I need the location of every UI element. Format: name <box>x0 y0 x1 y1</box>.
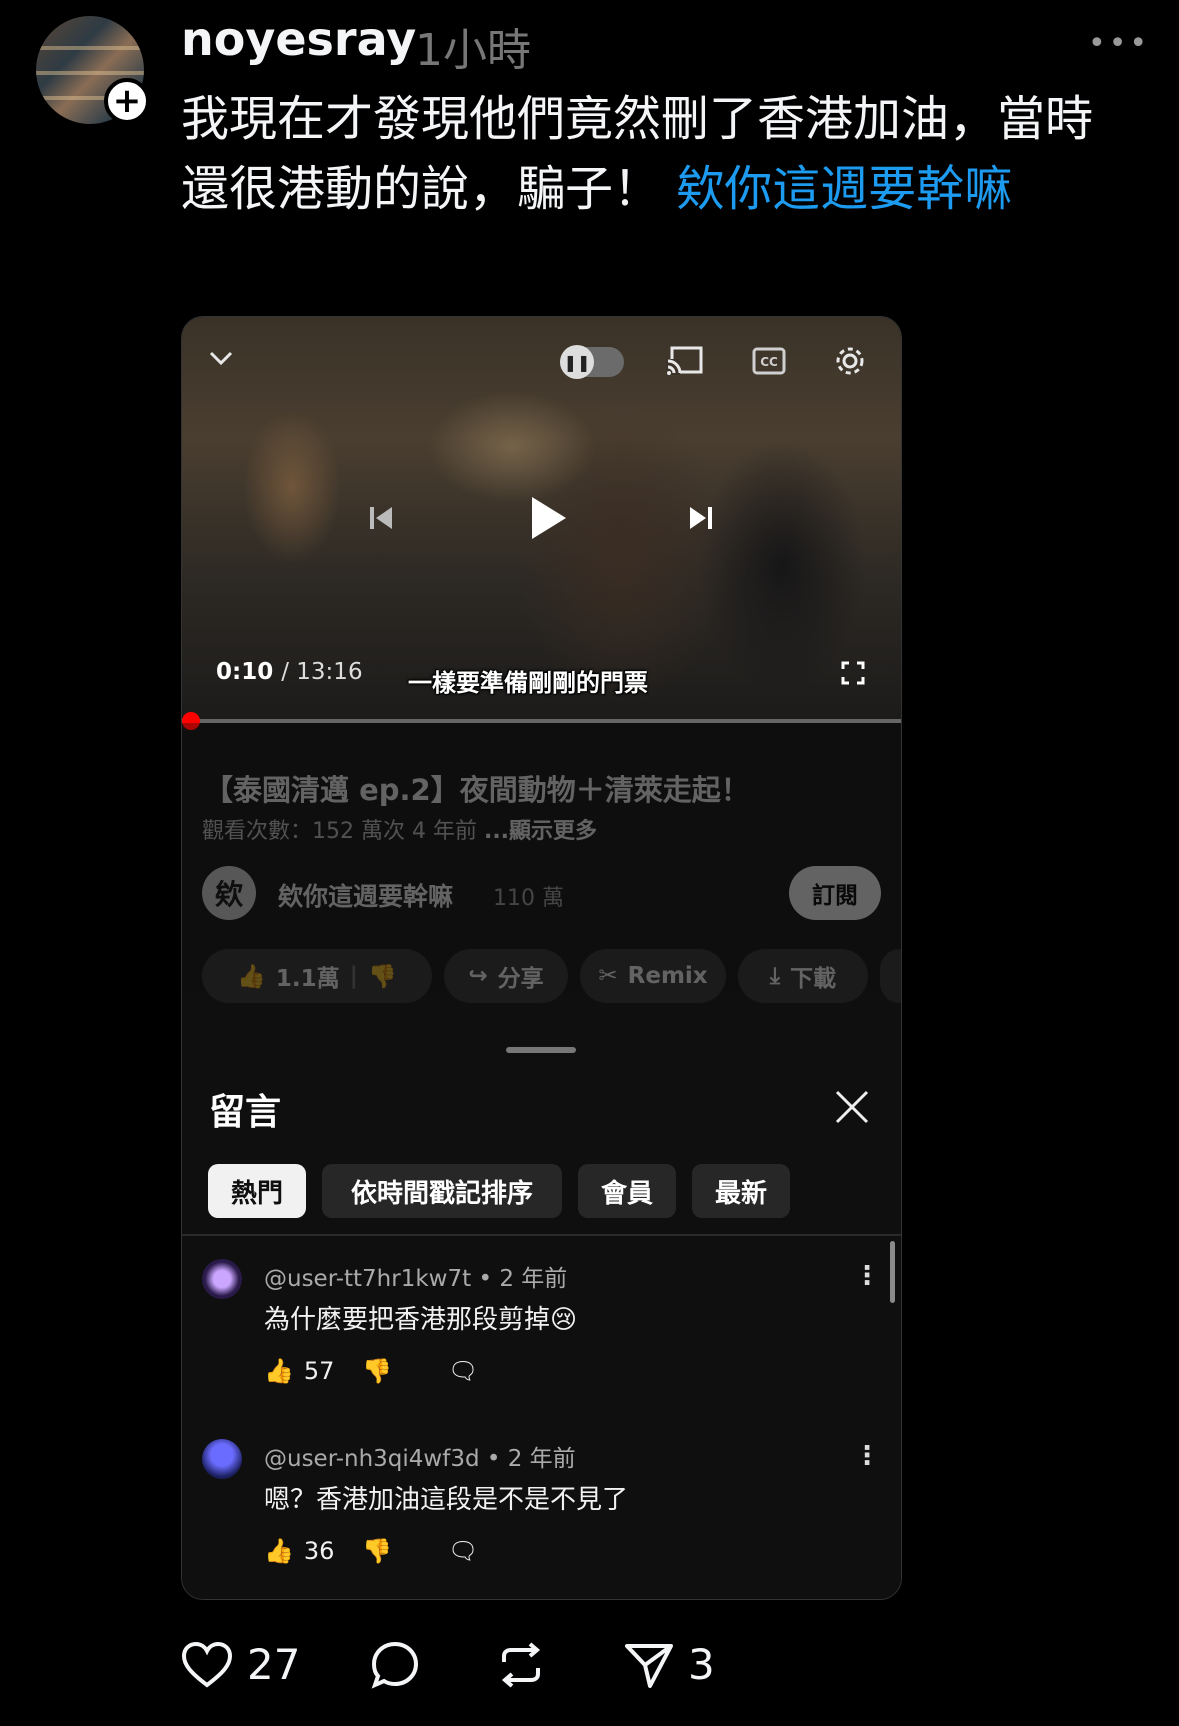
comment-like-count: 57 <box>303 1357 335 1385</box>
author-username[interactable]: noyesray <box>181 12 416 66</box>
comment-time: • 2 年前 <box>478 1266 568 1292</box>
comment-bubble-icon <box>371 1641 419 1689</box>
comment-button[interactable] <box>370 1640 420 1690</box>
comment-like-count: 36 <box>303 1537 335 1565</box>
commenter-avatar[interactable] <box>202 1439 242 1479</box>
drag-handle[interactable] <box>506 1047 576 1053</box>
thumbs-up-icon: 👍 <box>264 1537 294 1565</box>
post-text: 我現在才發現他們竟然刪了香港加油，當時還很港動的說，騙子！ 欸你這週要幹嘛 <box>181 84 1131 224</box>
comments-title: 留言 <box>209 1092 282 1133</box>
captions-icon[interactable]: CC <box>752 347 786 375</box>
comment-reply-button[interactable]: 🗨 <box>448 1357 478 1385</box>
next-icon[interactable] <box>688 505 714 531</box>
thumbs-up-icon: 👍 <box>264 1357 294 1385</box>
like-dislike-pill[interactable]: 👍 1.1萬 | 👎 <box>202 949 432 1003</box>
more-actions-pill[interactable] <box>880 949 901 1003</box>
remix-button[interactable]: ✂ Remix <box>580 949 726 1003</box>
comment-meta: @user-nh3qi4wf3d • 2 年前 <box>264 1439 576 1473</box>
chevron-down-icon[interactable] <box>208 349 234 369</box>
video-info-dimmed: 【泰國清邁 ep.2】夜間動物＋清萊走起！ 觀看次數：152 萬次 4 年前 .… <box>182 723 901 1003</box>
share-icon: ↪ <box>468 963 488 989</box>
fullscreen-icon[interactable] <box>841 661 865 685</box>
download-icon: ⤓ <box>769 963 781 989</box>
current-time: 0:10 <box>216 659 274 685</box>
channel-name[interactable]: 欸你這週要幹嘛 <box>278 877 453 913</box>
autoplay-toggle[interactable]: ❚❚ <box>560 345 624 379</box>
comment-text: 嗯？香港加油這段是不是不見了 <box>264 1485 629 1515</box>
follow-plus-icon[interactable]: + <box>104 78 150 124</box>
pause-icon: ❚❚ <box>560 345 594 379</box>
repost-button[interactable] <box>496 1640 560 1690</box>
chip-newest[interactable]: 最新 <box>692 1164 790 1218</box>
video-timecode: 0:10 / 13:16 <box>216 659 363 685</box>
comment-time: • 2 年前 <box>486 1446 576 1472</box>
share-button[interactable]: ↪ 分享 <box>444 949 568 1003</box>
pill-divider: | <box>349 963 359 989</box>
like-button[interactable]: 27 <box>181 1640 300 1689</box>
chip-members[interactable]: 會員 <box>578 1164 676 1218</box>
download-button[interactable]: ⤓ 下載 <box>738 949 868 1003</box>
heart-icon <box>181 1641 233 1688</box>
channel-avatar[interactable]: 欸 <box>202 866 256 920</box>
thumbs-up-icon[interactable]: 👍 <box>237 963 266 990</box>
video-player[interactable]: ❚❚ CC 0:10 / 13:16 一樣要準備剛剛的門票 <box>182 317 901 721</box>
comment-meta: @user-tt7hr1kw7t • 2 年前 <box>264 1259 567 1293</box>
repost-icon <box>501 1642 541 1688</box>
comment-more-icon[interactable]: ⋮ <box>854 1441 880 1471</box>
chip-top[interactable]: 熱門 <box>208 1164 306 1218</box>
video-subtitle: 一樣要準備剛剛的門票 <box>408 669 648 697</box>
chip-timestamp[interactable]: 依時間戳記排序 <box>322 1164 562 1218</box>
commenter-avatar[interactable] <box>202 1259 242 1299</box>
show-more-link[interactable]: ...顯示更多 <box>484 819 597 844</box>
scrollbar[interactable] <box>890 1241 895 1303</box>
comment-dislike-button[interactable]: 👎 <box>362 1357 392 1385</box>
comment-more-icon[interactable]: ⋮ <box>854 1261 880 1291</box>
comment-username[interactable]: @user-tt7hr1kw7t <box>264 1266 471 1292</box>
share-send-button[interactable]: 3 <box>624 1640 715 1689</box>
close-icon[interactable] <box>834 1089 870 1125</box>
more-options-icon[interactable]: ••• <box>1088 26 1150 61</box>
download-label: 下載 <box>790 966 837 992</box>
thumbs-down-icon[interactable]: 👎 <box>368 963 397 990</box>
svg-text:CC: CC <box>760 355 778 369</box>
sheet-divider <box>182 1234 901 1236</box>
comment-username[interactable]: @user-nh3qi4wf3d <box>264 1446 480 1472</box>
comment-dislike-button[interactable]: 👎 <box>362 1537 392 1565</box>
share-label: 分享 <box>497 966 544 992</box>
embedded-youtube-card[interactable]: ❚❚ CC 0:10 / 13:16 一樣要準備剛剛的門票 【泰國清邁 ep.2… <box>181 316 902 1600</box>
post-time: 1小時 <box>415 25 531 76</box>
remix-icon: ✂ <box>598 963 618 989</box>
cast-icon[interactable] <box>666 345 704 377</box>
views-and-date: 觀看次數：152 萬次 4 年前 <box>202 819 477 844</box>
like-count: 27 <box>247 1640 301 1689</box>
video-like-count: 1.1萬 <box>275 966 340 992</box>
comment-like-button[interactable]: 👍 36 <box>264 1537 334 1565</box>
reply-icon: 🗨 <box>448 1357 479 1385</box>
play-icon[interactable] <box>528 495 568 541</box>
comment-reply-button[interactable]: 🗨 <box>448 1537 478 1565</box>
reply-icon: 🗨 <box>448 1537 479 1565</box>
previous-icon[interactable] <box>368 505 394 531</box>
comment-text: 為什麼要把香港那段剪掉😢 <box>264 1305 578 1335</box>
thumbs-down-icon: 👎 <box>362 1357 392 1385</box>
subscriber-count: 110 萬 <box>493 886 564 911</box>
send-icon <box>625 1643 673 1688</box>
video-meta: 觀看次數：152 萬次 4 年前 ...顯示更多 <box>202 813 597 845</box>
settings-gear-icon[interactable] <box>832 343 868 379</box>
comment-like-button[interactable]: 👍 57 <box>264 1357 334 1385</box>
remix-label: Remix <box>627 963 708 989</box>
thumbs-down-icon: 👎 <box>362 1537 392 1565</box>
share-count: 3 <box>688 1640 715 1689</box>
subscribe-button[interactable]: 訂閱 <box>789 866 881 920</box>
video-title: 【泰國清邁 ep.2】夜間動物＋清萊走起！ <box>204 773 750 807</box>
post-link[interactable]: 欸你這週要幹嘛 <box>676 161 1012 217</box>
total-time: / 13:16 <box>281 659 363 685</box>
